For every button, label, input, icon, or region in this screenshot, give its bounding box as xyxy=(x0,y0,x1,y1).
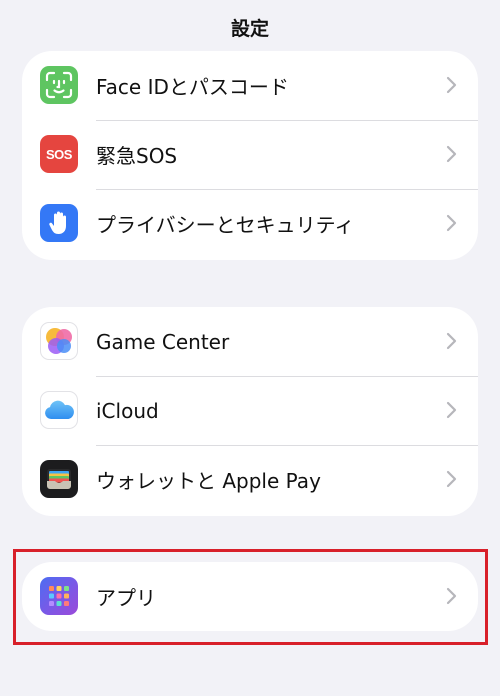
chevron-right-icon xyxy=(446,587,457,605)
settings-row-label: ウォレットと Apple Pay xyxy=(96,469,321,493)
settings-row-label: アプリ xyxy=(96,586,156,610)
chevron-right-icon xyxy=(446,145,457,163)
settings-row-emergency-sos[interactable]: SOS 緊急SOS xyxy=(22,120,478,189)
settings-row-game-center[interactable]: Game Center xyxy=(22,307,478,376)
wallet-icon xyxy=(40,460,78,498)
settings-screen: 設定 Face IDとパスコード SOS 緊急SOS プライバシーとセキュリティ… xyxy=(0,0,500,696)
settings-row-label: iCloud xyxy=(96,398,159,423)
settings-row-label: プライバシーとセキュリティ xyxy=(96,213,355,237)
chevron-right-icon xyxy=(446,401,457,419)
sos-icon: SOS xyxy=(40,135,78,173)
game-center-icon xyxy=(40,322,78,360)
settings-row-label: Game Center xyxy=(96,329,230,354)
settings-row-apps[interactable]: アプリ xyxy=(22,562,478,631)
chevron-right-icon xyxy=(446,76,457,94)
settings-row-icloud[interactable]: iCloud xyxy=(22,376,478,445)
settings-row-wallet[interactable]: ウォレットと Apple Pay xyxy=(22,445,478,514)
settings-group-apps: アプリ xyxy=(22,562,478,631)
settings-row-label: Face IDとパスコード xyxy=(96,75,289,99)
chevron-right-icon xyxy=(446,332,457,350)
chevron-right-icon xyxy=(446,470,457,488)
page-title: 設定 xyxy=(230,18,269,40)
hand-icon xyxy=(40,204,78,242)
settings-row-label: 緊急SOS xyxy=(96,144,178,168)
apps-icon xyxy=(40,577,78,615)
settings-group-security: Face IDとパスコード SOS 緊急SOS プライバシーとセキュリティ xyxy=(22,51,478,260)
chevron-right-icon xyxy=(446,214,457,232)
settings-group-accounts: Game Center iCloud ウォレットと Apple Pay xyxy=(22,307,478,516)
settings-row-privacy[interactable]: プライバシーとセキュリティ xyxy=(22,189,478,258)
faceid-icon xyxy=(40,66,78,104)
icloud-icon xyxy=(40,391,78,429)
settings-row-face-id[interactable]: Face IDとパスコード xyxy=(22,51,478,120)
